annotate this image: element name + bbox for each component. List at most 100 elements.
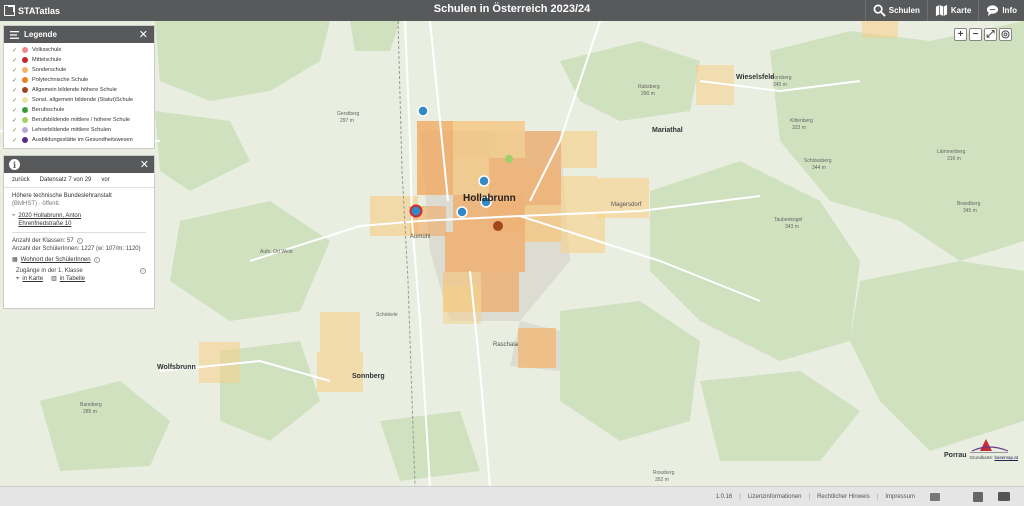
check-icon: ✓ xyxy=(12,87,18,94)
share-icon[interactable] xyxy=(973,491,983,502)
info-close-button[interactable]: ✕ xyxy=(140,158,149,171)
check-icon: ✓ xyxy=(12,127,18,134)
location-pin-icon: ⌖ xyxy=(12,213,16,219)
footer: 1.0.16 | Lizenzinformationen | Rechtlich… xyxy=(0,486,1024,506)
legend-dot-icon xyxy=(22,87,28,93)
brand-label: STATatlas xyxy=(18,5,61,16)
residence-icon: ▦ xyxy=(12,257,18,263)
locate-button[interactable]: ◎ xyxy=(999,28,1012,41)
in-table-label: in Tabelle xyxy=(59,276,85,282)
address-line-1: 2020 Hollabrunn, Anton xyxy=(18,213,82,219)
separator: | xyxy=(808,493,811,500)
student-count: Anzahl der SchülerInnen: 1227 (w: 107/m:… xyxy=(12,246,141,252)
legend-item[interactable]: ✓ Sonst. allgemein bildende (Statut)Schul… xyxy=(12,95,154,105)
version: 1.0.16 xyxy=(715,493,733,500)
label-brandberg: Brandberg xyxy=(957,201,981,207)
label-rossberg-elev: 352 m xyxy=(655,477,669,483)
legend-title: Legende xyxy=(24,30,57,39)
label-rabsberg-elev: 290 m xyxy=(641,91,655,97)
label-taubenkogel-elev: 343 m xyxy=(785,224,799,230)
legend-item[interactable]: ✓ Mittelschule xyxy=(12,55,154,65)
legend-item[interactable]: ✓ Volksschule xyxy=(12,45,154,55)
legend-item-label: Berufsbildende mittlere / höhere Schule xyxy=(32,117,130,123)
label-schinkele: Schinkele xyxy=(376,312,398,318)
legend-dot-icon xyxy=(22,47,28,53)
address-link[interactable]: ⌖ 2020 Hollabrunn, Anton Ehrenfriedstraß… xyxy=(12,212,146,228)
legend-item-label: Lehrerbildende mittlere Schulen xyxy=(32,127,111,133)
zoom-in-button[interactable]: + xyxy=(954,28,967,41)
imprint-link[interactable]: Impressum xyxy=(885,494,915,500)
nav-karte-button[interactable]: Karte xyxy=(926,0,978,21)
legend-item[interactable]: ✓ Allgemein bildende höhere Schule xyxy=(12,85,154,95)
table-icon: ▥ xyxy=(51,276,57,282)
info-small-icon[interactable]: i xyxy=(76,238,83,244)
search-icon xyxy=(873,4,886,17)
back-link[interactable]: zurück xyxy=(12,177,30,183)
legend-dot-icon xyxy=(22,77,28,83)
legal-link[interactable]: Rechtlicher Hinweis xyxy=(817,494,870,500)
legend-item-label: Mittelschule xyxy=(32,57,62,63)
legend-list: ✓ Volksschule ✓ Mittelschule ✓ Sonderschule ✓ P… xyxy=(4,43,154,145)
check-icon: ✓ xyxy=(12,77,18,84)
legend-header: Legende ✕ xyxy=(4,26,154,43)
map-controls: + − ⤢ ◎ xyxy=(954,28,1012,41)
label-kittenberg: Kittenberg xyxy=(790,118,813,124)
residence-link[interactable]: Wohnort der SchülerInnen xyxy=(21,256,91,264)
nav-schulen-button[interactable]: Schulen xyxy=(864,0,927,21)
in-map-link[interactable]: ⌖ in Karte xyxy=(16,275,43,283)
next-link[interactable]: vor xyxy=(101,177,109,183)
railway xyxy=(397,21,416,486)
legend-item-label: Ausbildungsstätte im Gesundheitswesen xyxy=(32,137,133,143)
zoom-out-button[interactable]: − xyxy=(969,28,982,41)
legend-item[interactable]: ✓ Lehrerbildende mittlere Schulen xyxy=(12,125,154,135)
pin-icon: ⌖ xyxy=(16,276,20,282)
legend-close-button[interactable]: ✕ xyxy=(139,28,148,41)
label-gerstberg-elev: 297 m xyxy=(340,118,354,124)
nav-karte-label: Karte xyxy=(950,6,972,15)
label-wieselsfeld: Wieselsfeld xyxy=(736,74,775,81)
label-kornberg-elev: 345 m xyxy=(773,82,787,88)
class-count-row: Anzahl der Klassen: 57 i xyxy=(12,237,146,245)
label-bannberg-elev: 285 m xyxy=(83,409,97,415)
legend-dot-icon xyxy=(22,127,28,133)
external-link-icon xyxy=(4,5,15,16)
check-icon: ✓ xyxy=(12,137,18,144)
label-sonnberg: Sonnberg xyxy=(352,373,385,380)
class-count: Anzahl der Klassen: 57 xyxy=(12,238,74,244)
legend-dot-icon xyxy=(22,97,28,103)
license-link[interactable]: Lizenzinformationen xyxy=(748,494,802,500)
legend-dot-icon xyxy=(22,67,28,73)
label-raschala: Raschala xyxy=(493,342,519,348)
nav-info-button[interactable]: Info xyxy=(978,0,1024,21)
label-taubenkogel: Taubenkogel xyxy=(774,217,803,223)
first-class-row: Zugänge in der 1. Klasse i xyxy=(12,267,146,275)
legend-item[interactable]: ✓ Sonderschule xyxy=(12,65,154,75)
top-nav: Schulen Karte Info xyxy=(864,0,1024,21)
legend-item[interactable]: ✓ Berufsbildende mittlere / höhere Schule xyxy=(12,115,154,125)
legend-item[interactable]: ✓ Polytechnische Schule xyxy=(12,75,154,85)
label-gerstberg: Gerstberg xyxy=(337,111,360,117)
print-icon[interactable] xyxy=(998,492,1010,501)
info-small-icon[interactable]: i xyxy=(140,268,146,274)
legend-item-label: Berufsschule xyxy=(32,107,65,113)
label-kittenberg-elev: 323 m xyxy=(792,125,806,131)
brand-link[interactable]: STATatlas xyxy=(4,3,60,18)
check-icon: ✓ xyxy=(12,47,18,54)
legend-item[interactable]: ✓ Ausbildungsstätte im Gesundheitswesen xyxy=(12,135,154,145)
nav-info-label: Info xyxy=(1002,6,1017,15)
info-small-icon[interactable]: i xyxy=(93,257,100,263)
legend-item[interactable]: ✓ Berufsschule xyxy=(12,105,154,115)
basemap-link[interactable]: basemap.at xyxy=(994,455,1018,460)
label-aumuhl: Aumühl xyxy=(410,234,431,240)
residence-row: ▦ Wohnort der SchülerInnen i xyxy=(12,256,146,264)
record-nav: zurück Datensatz 7 von 29 vor xyxy=(4,173,154,188)
label-magersdorf: Magersdorf xyxy=(611,202,642,208)
label-schlossberg-elev: 344 m xyxy=(812,165,826,171)
label-rossberg: Rossberg xyxy=(653,470,675,476)
separator: | xyxy=(739,493,741,500)
mail-icon[interactable] xyxy=(930,492,940,501)
info-icon: i xyxy=(9,159,20,170)
in-table-link[interactable]: ▥ in Tabelle xyxy=(51,275,85,283)
fullscreen-button[interactable]: ⤢ xyxy=(984,28,997,41)
legend-item-label: Volksschule xyxy=(32,47,62,53)
